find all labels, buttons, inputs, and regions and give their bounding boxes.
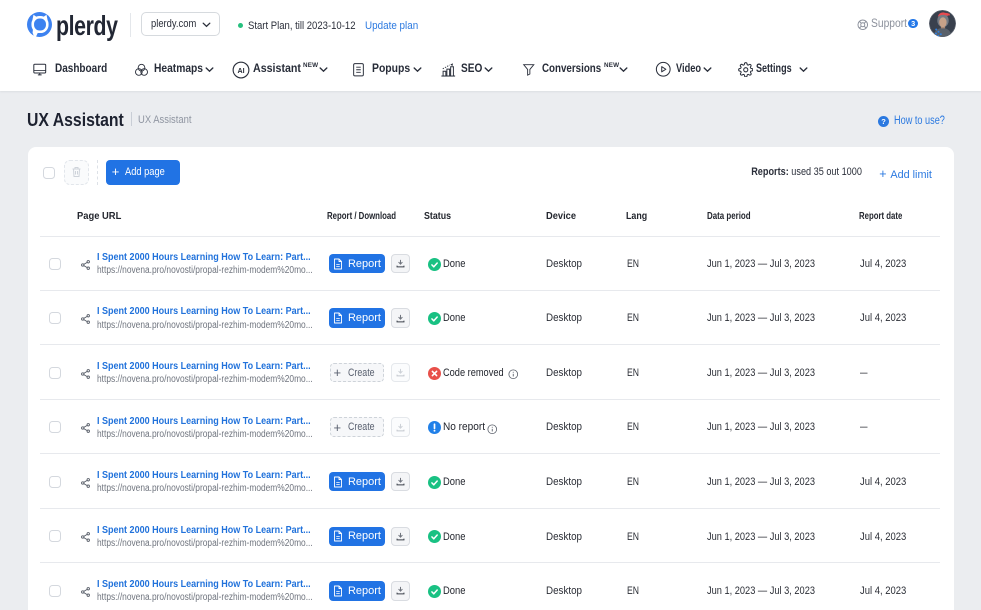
svg-text:AI: AI (237, 66, 244, 74)
svg-text:?: ? (881, 117, 886, 126)
